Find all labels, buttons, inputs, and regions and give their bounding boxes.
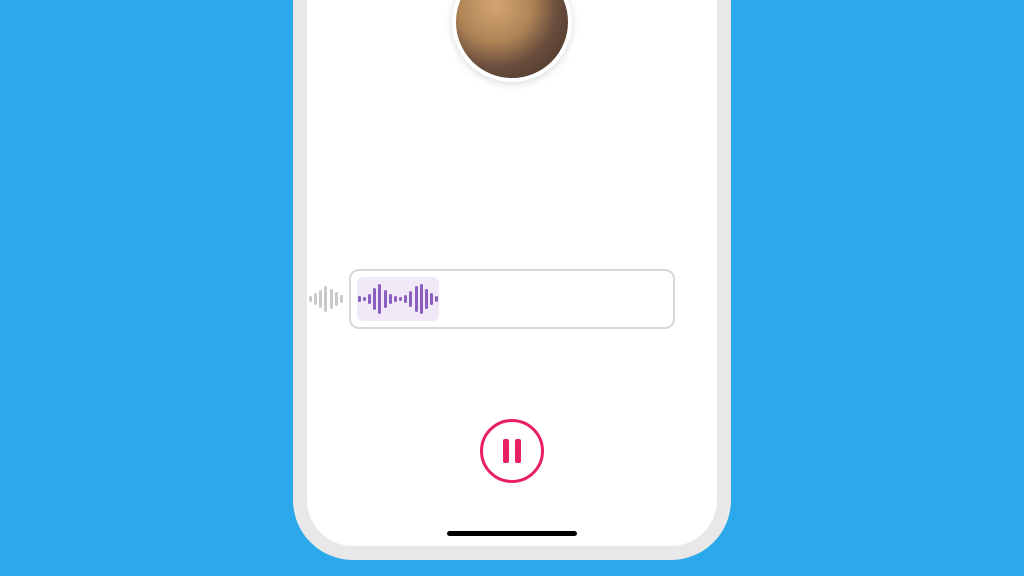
pause-button[interactable] [480, 419, 544, 483]
waveform-previous [307, 269, 343, 329]
home-indicator[interactable] [447, 531, 577, 536]
waveform-bar [324, 286, 327, 312]
waveform-bar [368, 294, 371, 304]
waveform-bar [384, 290, 387, 308]
waveform-track [307, 269, 717, 329]
waveform-bar [373, 288, 376, 310]
waveform-bar [435, 296, 438, 302]
phone-frame [293, 0, 731, 560]
waveform-bar [309, 296, 312, 302]
waveform-bar [404, 295, 407, 303]
waveform-bar [399, 297, 402, 301]
pause-icon [503, 439, 521, 463]
avatar[interactable] [452, 0, 572, 82]
waveform-current-segment [357, 277, 439, 321]
waveform-bar [415, 286, 418, 312]
waveform-bar [394, 296, 397, 302]
waveform-bar [430, 293, 433, 305]
phone-screen [307, 0, 717, 546]
waveform-bar [420, 284, 423, 314]
waveform-bar [330, 289, 333, 309]
waveform-container[interactable] [349, 269, 675, 329]
waveform-bar [363, 297, 366, 301]
waveform-bar [389, 294, 392, 304]
waveform-bar [358, 296, 361, 302]
waveform-bar [340, 295, 343, 303]
waveform-bar [409, 291, 412, 307]
waveform-bar [314, 293, 317, 305]
waveform-bar [425, 289, 428, 309]
waveform-bar [335, 292, 338, 306]
waveform-bar [378, 284, 381, 314]
waveform-bar [319, 290, 322, 308]
